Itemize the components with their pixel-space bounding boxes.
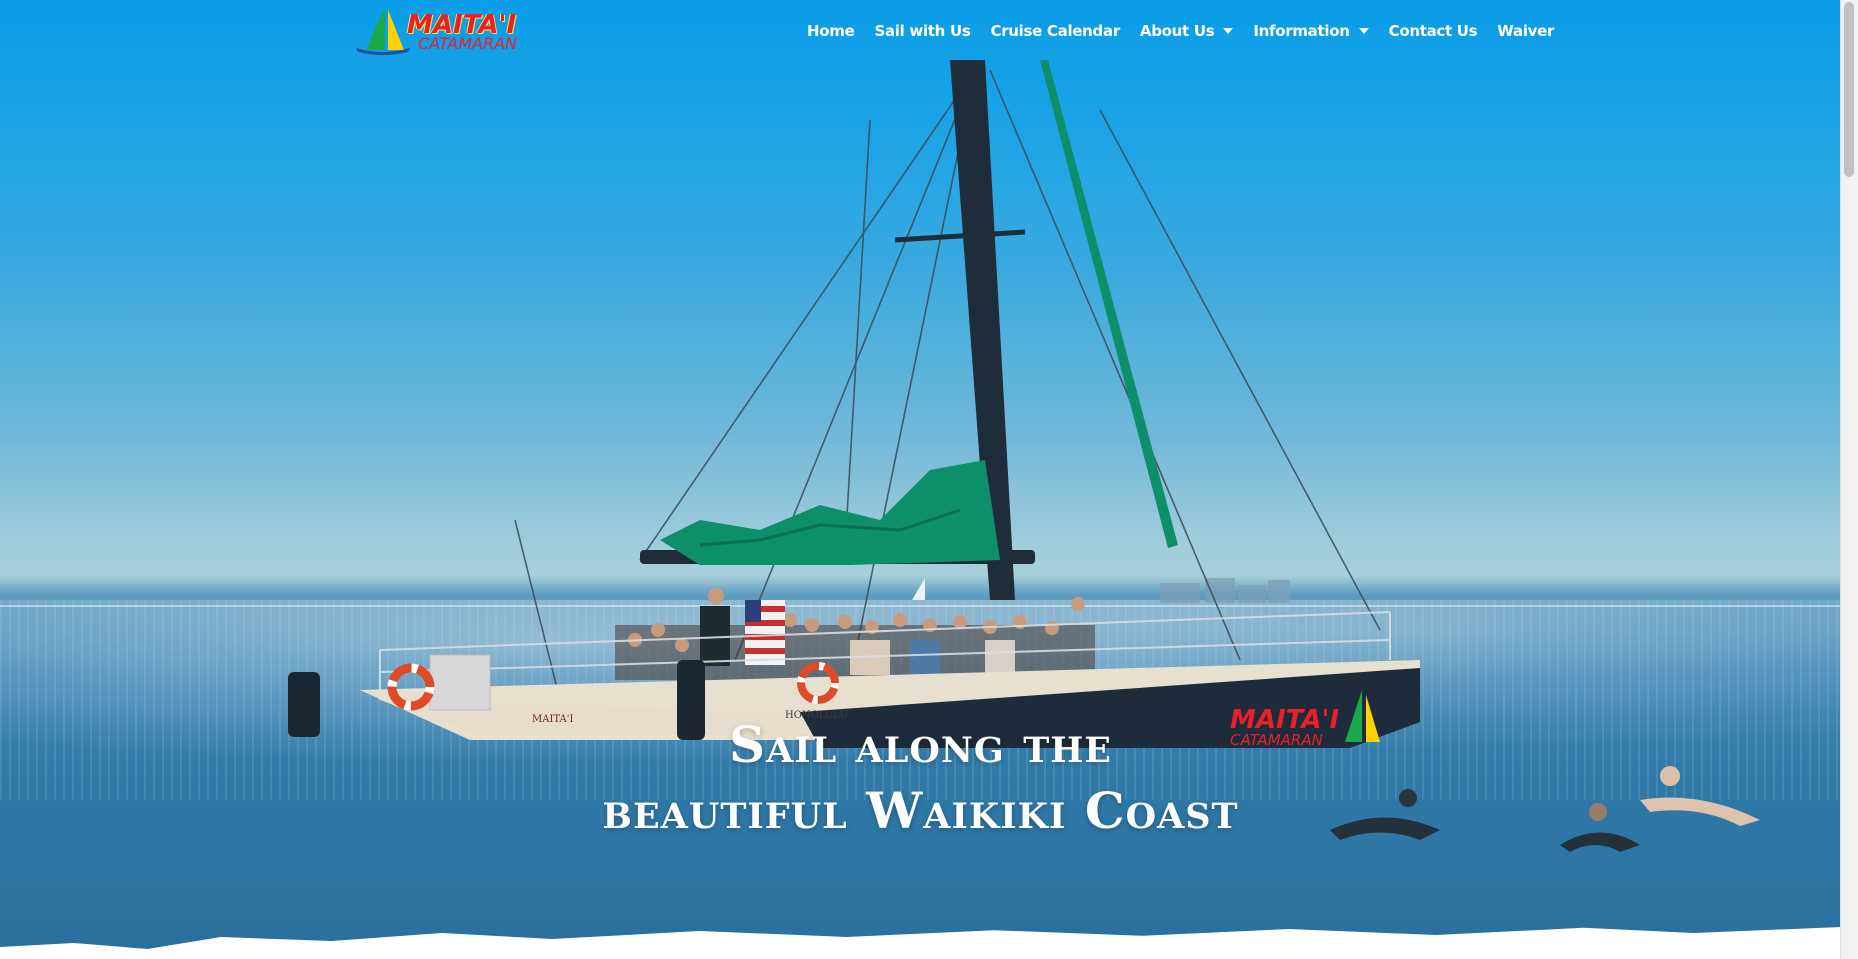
- nav-home-label: Home: [807, 22, 855, 40]
- main-nav: Home Sail with Us Cruise Calendar About …: [807, 22, 1574, 40]
- nav-waiver[interactable]: Waiver: [1497, 22, 1554, 40]
- flag: [745, 600, 785, 665]
- headline-line-1: Sail along the: [729, 715, 1112, 774]
- nav-contact-us[interactable]: Contact Us: [1389, 22, 1478, 40]
- nav-sail-with-us[interactable]: Sail with Us: [874, 22, 970, 40]
- site-header: MAITA'I CATAMARAN Home Sail with Us Crui…: [0, 0, 1841, 68]
- logo-sail-icon: [356, 6, 410, 55]
- chevron-down-icon: [1358, 28, 1369, 34]
- distant-sailboat: [912, 578, 925, 600]
- distant-buildings: [1160, 578, 1290, 603]
- nav-about-us[interactable]: About Us: [1139, 22, 1234, 40]
- nav-information[interactable]: Information: [1253, 22, 1369, 40]
- rigging: [514, 69, 1381, 701]
- hero-headline: Sail along the beautiful Waikiki Coast: [0, 712, 1841, 844]
- nav-waiver-label: Waiver: [1497, 22, 1555, 40]
- nav-information-label: Information: [1253, 22, 1350, 40]
- spreader: [894, 229, 1026, 243]
- nav-contact-us-label: Contact Us: [1388, 22, 1478, 40]
- page-scrollbar[interactable]: [1840, 0, 1858, 959]
- scrollbar-thumb[interactable]: [1844, 2, 1854, 177]
- furled-jib: [1040, 60, 1178, 548]
- nav-cruise-calendar-label: Cruise Calendar: [990, 22, 1120, 40]
- nav-cruise-calendar[interactable]: Cruise Calendar: [990, 22, 1120, 40]
- headline-line-2: beautiful Waikiki Coast: [602, 781, 1239, 840]
- cabin-window: [429, 654, 491, 711]
- chevron-down-icon: [1223, 28, 1234, 34]
- nav-home[interactable]: Home: [807, 22, 855, 40]
- logo-link[interactable]: MAITA'I CATAMARAN: [352, 4, 548, 56]
- nav-sail-with-us-label: Sail with Us: [874, 22, 971, 40]
- nav-about-us-label: About Us: [1139, 22, 1215, 40]
- logo-subtitle: CATAMARAN: [418, 34, 517, 53]
